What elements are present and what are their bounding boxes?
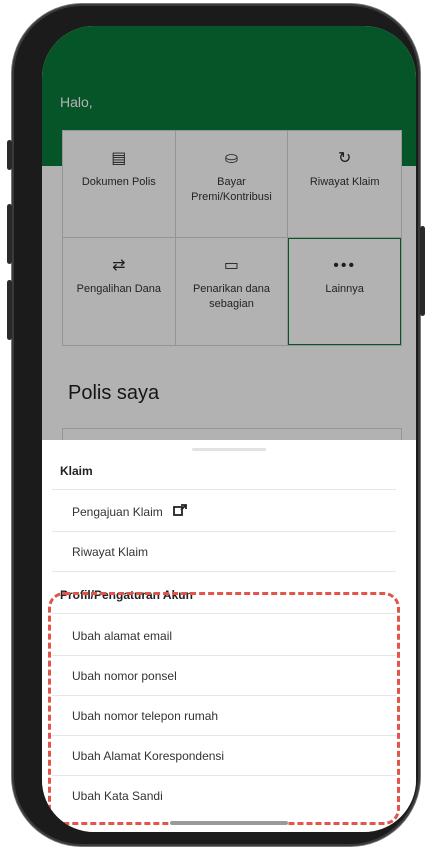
volume-up-button bbox=[7, 204, 12, 264]
menu-item-riwayat-klaim[interactable]: Riwayat Klaim bbox=[52, 532, 396, 572]
power-button bbox=[420, 226, 425, 316]
menu-item-label: Ubah Alamat Korespondensi bbox=[72, 748, 225, 763]
menu-item-pengajuan-klaim[interactable]: Pengajuan Klaim bbox=[52, 492, 396, 532]
sheet-grabber[interactable] bbox=[192, 448, 266, 451]
mute-switch bbox=[7, 140, 12, 170]
menu-item-ubah-alamat[interactable]: Ubah Alamat Korespondensi bbox=[52, 736, 396, 776]
menu-item-label: Riwayat Klaim bbox=[72, 544, 149, 559]
menu-item-label: Ubah nomor telepon rumah bbox=[72, 708, 219, 723]
phone-screen: Halo, ▤ Dokumen Polis ⛀ Bayar Premi/Kont… bbox=[42, 26, 416, 832]
menu-item-ubah-email[interactable]: Ubah alamat email bbox=[52, 616, 396, 656]
menu-item-ubah-telepon-rumah[interactable]: Ubah nomor telepon rumah bbox=[52, 696, 396, 736]
bottom-sheet: Klaim Pengajuan Klaim Riwayat Klaim Prof… bbox=[42, 440, 416, 832]
volume-down-button bbox=[7, 280, 12, 340]
menu-item-label: Ubah Kata Sandi bbox=[72, 789, 163, 803]
menu-item-label: Ubah alamat email bbox=[72, 628, 173, 643]
home-indicator[interactable] bbox=[170, 821, 288, 825]
profile-section-header: Profil/Pengaturan Akun bbox=[52, 576, 396, 614]
claim-section-header: Klaim bbox=[52, 452, 396, 490]
external-link-icon bbox=[172, 504, 187, 519]
menu-item-ubah-kata-sandi[interactable]: Ubah Kata Sandi bbox=[52, 776, 396, 816]
menu-item-label: Pengajuan Klaim bbox=[72, 504, 163, 519]
menu-item-ubah-ponsel[interactable]: Ubah nomor ponsel bbox=[52, 656, 396, 696]
menu-item-label: Ubah nomor ponsel bbox=[72, 668, 177, 683]
